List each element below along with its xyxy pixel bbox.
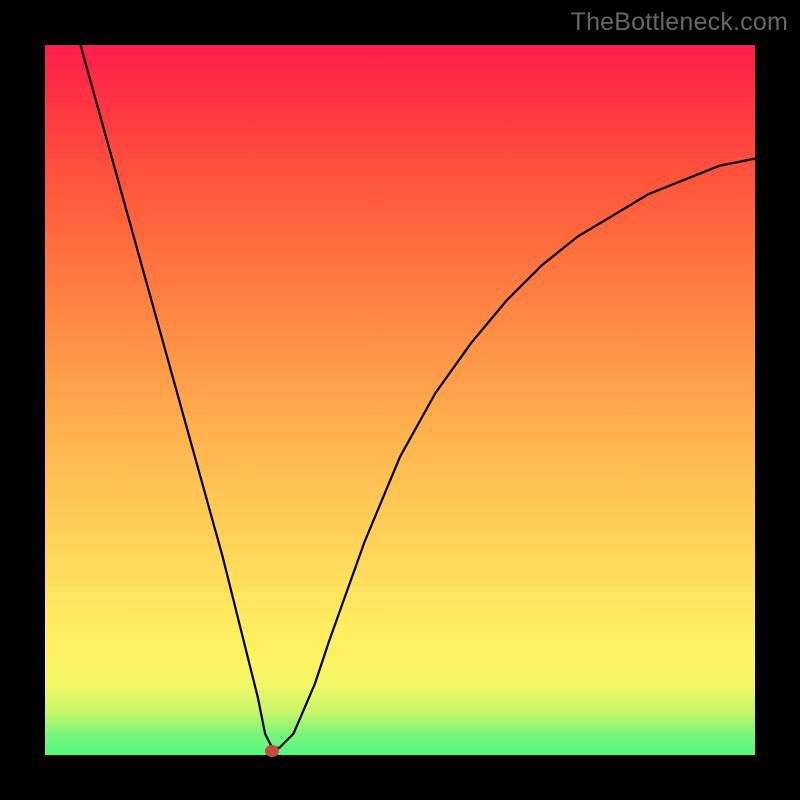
chart-curve (45, 45, 755, 755)
curve-path (81, 45, 756, 748)
marker-dot (265, 745, 279, 757)
watermark-text: TheBottleneck.com (571, 8, 788, 37)
plot-area (45, 45, 755, 755)
chart-container: TheBottleneck.com (0, 0, 800, 800)
